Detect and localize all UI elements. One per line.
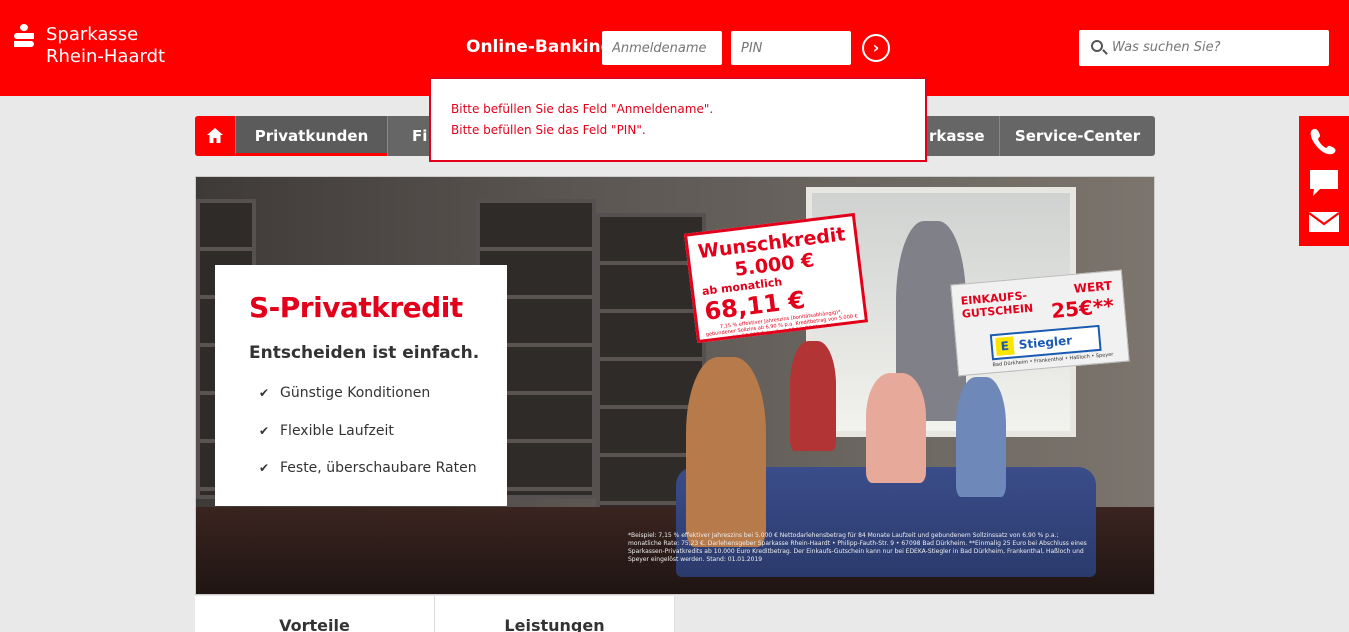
login-validation-error: Bitte befüllen Sie das Feld "Anmeldename… [429, 77, 927, 162]
contact-sidebar [1299, 116, 1349, 246]
brand-line-2: Rhein-Haardt [46, 46, 166, 67]
home-button[interactable] [195, 116, 235, 156]
privatkredit-teaser[interactable]: S-Privatkredit Entscheiden ist einfach. … [215, 265, 507, 506]
search-icon [1091, 40, 1103, 52]
nav-item-service-center[interactable]: Service-Center [999, 116, 1155, 156]
tab-vorteile[interactable]: Vorteile [195, 596, 435, 632]
nav-item-privatkunden[interactable]: Privatkunden [235, 116, 387, 156]
sparkasse-s-icon [12, 24, 36, 50]
phone-icon[interactable] [1308, 126, 1340, 156]
chevron-right-icon: › [872, 38, 880, 57]
teaser-subtitle: Entscheiden ist einfach. [249, 343, 480, 363]
hero-photo-family [686, 357, 766, 547]
mail-icon[interactable] [1308, 210, 1340, 234]
checkmark-icon: ✔ [259, 423, 270, 438]
checkmark-icon: ✔ [259, 461, 270, 475]
teaser-title: S-Privatkredit [249, 291, 463, 324]
einkaufs-gutschein-badge: EINKAUFS-GUTSCHEIN WERT 25€** Stiegler B… [950, 269, 1130, 377]
error-message-username: Bitte befüllen Sie das Feld "Anmeldename… [451, 102, 714, 116]
list-item: ✔ Flexible Laufzeit [259, 422, 394, 439]
wunschkredit-badge: Wunschkredit 5.000 € ab monatlich 68,11 … [683, 212, 869, 344]
home-icon [207, 128, 223, 143]
voucher-title: EINKAUFS-GUTSCHEIN [960, 289, 1034, 321]
list-item: ✔ Feste, überschaubare Raten [259, 460, 477, 476]
teaser-benefits-list: ✔ Günstige Konditionen ✔ Flexible Laufzeit… [259, 385, 477, 498]
site-search[interactable]: Was suchen Sie? [1079, 30, 1329, 66]
search-input[interactable]: Was suchen Sie? [1112, 40, 1221, 55]
sparkasse-logo[interactable]: Sparkasse Rhein-Haardt [12, 24, 165, 68]
online-banking-label: Online-Banking [466, 37, 613, 57]
checkmark-icon: ✔ [259, 386, 270, 400]
login-submit-button[interactable]: › [862, 34, 890, 62]
username-input[interactable] [602, 31, 722, 65]
list-item: ✔ Günstige Konditionen [259, 385, 431, 401]
error-message-pin: Bitte befüllen Sie das Feld "PIN". [451, 123, 646, 137]
chat-icon[interactable] [1308, 168, 1340, 198]
pin-input[interactable] [731, 31, 851, 65]
brand-line-1: Sparkasse [46, 24, 139, 45]
hero-fineprint: *Beispiel: 7,15 % effektiver Jahreszins … [628, 532, 1087, 563]
tab-leistungen[interactable]: Leistungen [435, 596, 675, 632]
voucher-value: 25€** [1050, 293, 1115, 323]
